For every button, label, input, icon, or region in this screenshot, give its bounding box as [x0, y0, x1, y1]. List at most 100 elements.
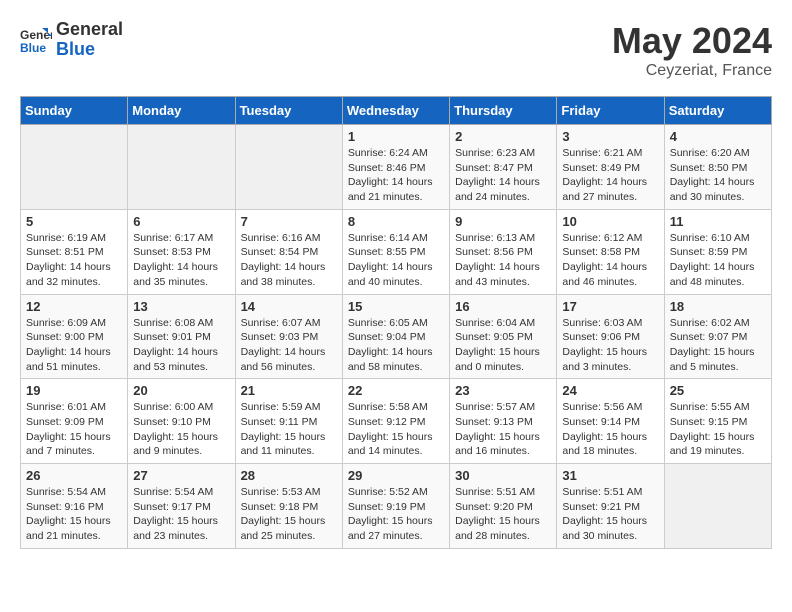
- calendar-cell: 25Sunrise: 5:55 AM Sunset: 9:15 PM Dayli…: [664, 379, 771, 464]
- cell-info: Sunrise: 6:16 AM Sunset: 8:54 PM Dayligh…: [241, 231, 337, 290]
- calendar-cell: 28 Sunrise: 5:53 AM Sunset: 9:18 PM Dayli…: [235, 464, 342, 549]
- cell-info: Sunrise: 5:57 AM Sunset: 9:13 PM Dayligh…: [455, 400, 551, 459]
- day-number: 11: [670, 214, 766, 229]
- calendar-cell: [21, 125, 128, 210]
- page-header: General Blue GeneralBlue May 2024 Ceyzer…: [20, 20, 772, 80]
- calendar-cell: 13Sunrise: 6:08 AM Sunset: 9:01 PM Dayli…: [128, 294, 235, 379]
- calendar-table: SundayMondayTuesdayWednesdayThursdayFrid…: [20, 96, 772, 549]
- day-number: 8: [348, 214, 444, 229]
- calendar-cell: [664, 464, 771, 549]
- calendar-cell: 1 Sunrise: 6:24 AM Sunset: 8:46 PM Daylig…: [342, 125, 449, 210]
- day-number: 24: [562, 383, 658, 398]
- cell-info: Sunrise: 5:59 AM Sunset: 9:11 PM Dayligh…: [241, 400, 337, 459]
- day-header-friday: Friday: [557, 97, 664, 125]
- cell-info: Sunrise: 5:51 AM Sunset: 9:20 PM Dayligh…: [455, 485, 551, 544]
- calendar-cell: 4 Sunrise: 6:20 AM Sunset: 8:50 PM Daylig…: [664, 125, 771, 210]
- cell-info: Sunrise: 5:51 AM Sunset: 9:21 PM Dayligh…: [562, 485, 658, 544]
- day-number: 21: [241, 383, 337, 398]
- day-number: 10: [562, 214, 658, 229]
- cell-info: Sunrise: 5:54 AM Sunset: 9:17 PM Dayligh…: [133, 485, 229, 544]
- logo-icon: General Blue: [20, 26, 52, 54]
- logo-text: GeneralBlue: [56, 20, 123, 60]
- calendar-cell: 10 Sunrise: 6:12 AM Sunset: 8:58 PM Dayli…: [557, 209, 664, 294]
- week-row-4: 19 Sunrise: 6:01 AM Sunset: 9:09 PM Dayli…: [21, 379, 772, 464]
- calendar-cell: 20Sunrise: 6:00 AM Sunset: 9:10 PM Dayli…: [128, 379, 235, 464]
- calendar-cell: 26 Sunrise: 5:54 AM Sunset: 9:16 PM Dayli…: [21, 464, 128, 549]
- cell-info: Sunrise: 6:23 AM Sunset: 8:47 PM Dayligh…: [455, 146, 551, 205]
- calendar-cell: 29Sunrise: 5:52 AM Sunset: 9:19 PM Dayli…: [342, 464, 449, 549]
- cell-info: Sunrise: 6:05 AM Sunset: 9:04 PM Dayligh…: [348, 316, 444, 375]
- cell-info: Sunrise: 5:56 AM Sunset: 9:14 PM Dayligh…: [562, 400, 658, 459]
- title-block: May 2024 Ceyzeriat, France: [612, 20, 772, 80]
- day-number: 28: [241, 468, 337, 483]
- day-number: 23: [455, 383, 551, 398]
- day-header-thursday: Thursday: [450, 97, 557, 125]
- day-number: 29: [348, 468, 444, 483]
- cell-info: Sunrise: 6:13 AM Sunset: 8:56 PM Dayligh…: [455, 231, 551, 290]
- calendar-cell: 22 Sunrise: 5:58 AM Sunset: 9:12 PM Dayli…: [342, 379, 449, 464]
- day-number: 27: [133, 468, 229, 483]
- calendar-cell: 24 Sunrise: 5:56 AM Sunset: 9:14 PM Dayli…: [557, 379, 664, 464]
- day-number: 1: [348, 129, 444, 144]
- week-row-3: 12 Sunrise: 6:09 AM Sunset: 9:00 PM Dayli…: [21, 294, 772, 379]
- calendar-cell: 23 Sunrise: 5:57 AM Sunset: 9:13 PM Dayli…: [450, 379, 557, 464]
- cell-info: Sunrise: 5:53 AM Sunset: 9:18 PM Dayligh…: [241, 485, 337, 544]
- calendar-cell: 17 Sunrise: 6:03 AM Sunset: 9:06 PM Dayli…: [557, 294, 664, 379]
- week-row-2: 5Sunrise: 6:19 AM Sunset: 8:51 PM Daylig…: [21, 209, 772, 294]
- calendar-cell: 12 Sunrise: 6:09 AM Sunset: 9:00 PM Dayli…: [21, 294, 128, 379]
- day-number: 26: [26, 468, 122, 483]
- cell-info: Sunrise: 5:58 AM Sunset: 9:12 PM Dayligh…: [348, 400, 444, 459]
- calendar-cell: 18 Sunrise: 6:02 AM Sunset: 9:07 PM Dayli…: [664, 294, 771, 379]
- cell-info: Sunrise: 6:17 AM Sunset: 8:53 PM Dayligh…: [133, 231, 229, 290]
- month-year-title: May 2024: [612, 20, 772, 62]
- cell-info: Sunrise: 6:01 AM Sunset: 9:09 PM Dayligh…: [26, 400, 122, 459]
- calendar-body: 1 Sunrise: 6:24 AM Sunset: 8:46 PM Daylig…: [21, 125, 772, 549]
- day-number: 2: [455, 129, 551, 144]
- logo: General Blue GeneralBlue: [20, 20, 123, 60]
- calendar-cell: 3 Sunrise: 6:21 AM Sunset: 8:49 PM Daylig…: [557, 125, 664, 210]
- day-number: 9: [455, 214, 551, 229]
- cell-info: Sunrise: 6:02 AM Sunset: 9:07 PM Dayligh…: [670, 316, 766, 375]
- header-row: SundayMondayTuesdayWednesdayThursdayFrid…: [21, 97, 772, 125]
- day-number: 4: [670, 129, 766, 144]
- day-number: 18: [670, 299, 766, 314]
- cell-info: Sunrise: 6:07 AM Sunset: 9:03 PM Dayligh…: [241, 316, 337, 375]
- cell-info: Sunrise: 6:04 AM Sunset: 9:05 PM Dayligh…: [455, 316, 551, 375]
- day-number: 19: [26, 383, 122, 398]
- day-number: 30: [455, 468, 551, 483]
- calendar-cell: 15Sunrise: 6:05 AM Sunset: 9:04 PM Dayli…: [342, 294, 449, 379]
- calendar-cell: 2 Sunrise: 6:23 AM Sunset: 8:47 PM Daylig…: [450, 125, 557, 210]
- calendar-header: SundayMondayTuesdayWednesdayThursdayFrid…: [21, 97, 772, 125]
- calendar-cell: 7Sunrise: 6:16 AM Sunset: 8:54 PM Daylig…: [235, 209, 342, 294]
- cell-info: Sunrise: 6:12 AM Sunset: 8:58 PM Dayligh…: [562, 231, 658, 290]
- day-number: 20: [133, 383, 229, 398]
- location-subtitle: Ceyzeriat, France: [612, 62, 772, 80]
- calendar-cell: 8 Sunrise: 6:14 AM Sunset: 8:55 PM Daylig…: [342, 209, 449, 294]
- day-number: 13: [133, 299, 229, 314]
- day-header-sunday: Sunday: [21, 97, 128, 125]
- calendar-cell: 31 Sunrise: 5:51 AM Sunset: 9:21 PM Dayli…: [557, 464, 664, 549]
- day-number: 5: [26, 214, 122, 229]
- day-number: 31: [562, 468, 658, 483]
- cell-info: Sunrise: 6:03 AM Sunset: 9:06 PM Dayligh…: [562, 316, 658, 375]
- day-number: 17: [562, 299, 658, 314]
- cell-info: Sunrise: 5:54 AM Sunset: 9:16 PM Dayligh…: [26, 485, 122, 544]
- day-number: 12: [26, 299, 122, 314]
- cell-info: Sunrise: 6:14 AM Sunset: 8:55 PM Dayligh…: [348, 231, 444, 290]
- day-header-wednesday: Wednesday: [342, 97, 449, 125]
- cell-info: Sunrise: 6:09 AM Sunset: 9:00 PM Dayligh…: [26, 316, 122, 375]
- cell-info: Sunrise: 6:24 AM Sunset: 8:46 PM Dayligh…: [348, 146, 444, 205]
- day-number: 3: [562, 129, 658, 144]
- calendar-cell: 5Sunrise: 6:19 AM Sunset: 8:51 PM Daylig…: [21, 209, 128, 294]
- day-number: 14: [241, 299, 337, 314]
- day-number: 16: [455, 299, 551, 314]
- cell-info: Sunrise: 5:55 AM Sunset: 9:15 PM Dayligh…: [670, 400, 766, 459]
- calendar-cell: [235, 125, 342, 210]
- day-number: 22: [348, 383, 444, 398]
- calendar-cell: 14 Sunrise: 6:07 AM Sunset: 9:03 PM Dayli…: [235, 294, 342, 379]
- cell-info: Sunrise: 6:21 AM Sunset: 8:49 PM Dayligh…: [562, 146, 658, 205]
- week-row-5: 26 Sunrise: 5:54 AM Sunset: 9:16 PM Dayli…: [21, 464, 772, 549]
- cell-info: Sunrise: 6:20 AM Sunset: 8:50 PM Dayligh…: [670, 146, 766, 205]
- calendar-cell: 16 Sunrise: 6:04 AM Sunset: 9:05 PM Dayli…: [450, 294, 557, 379]
- svg-text:Blue: Blue: [20, 41, 46, 54]
